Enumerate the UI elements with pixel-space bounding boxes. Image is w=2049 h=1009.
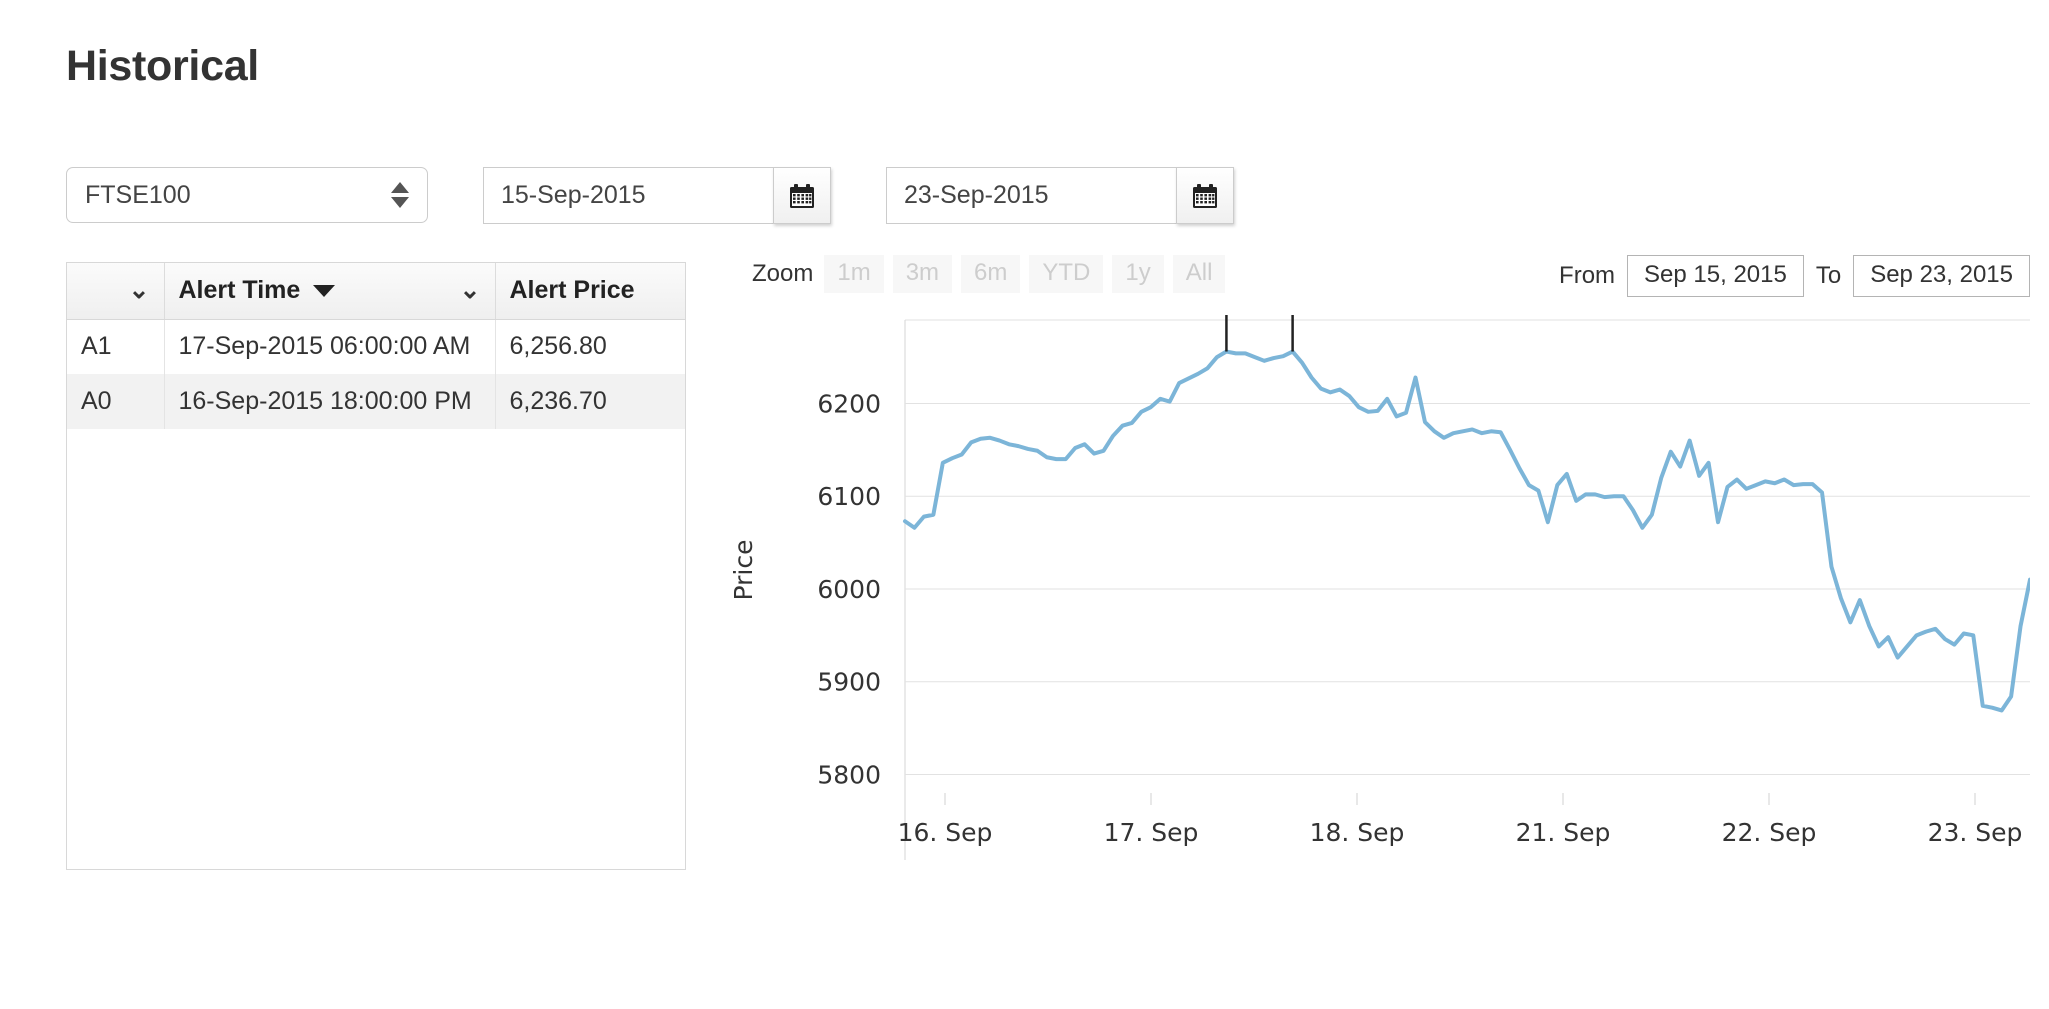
- y-axis-tick-label: 5800: [817, 760, 881, 789]
- x-axis-tick-label: 23. Sep: [1928, 818, 2023, 847]
- chevron-down-icon[interactable]: ⌄: [129, 278, 150, 303]
- cell-alert-time: 16-Sep-2015 18:00:00 PM: [164, 374, 496, 429]
- column-header-alert-price-label: Alert Price: [509, 276, 635, 305]
- table-row[interactable]: A0 16-Sep-2015 18:00:00 PM 6,236.70: [67, 374, 685, 429]
- instrument-select[interactable]: FTSE100: [66, 167, 428, 223]
- cell-alert-price: 6,236.70: [495, 374, 685, 429]
- calendar-icon: [1192, 183, 1218, 209]
- zoom-button-1m[interactable]: 1m: [824, 255, 884, 293]
- chart-panel: Zoom 1m 3m 6m YTD 1y All From Sep 15, 20…: [700, 255, 2030, 895]
- y-axis-label: Price: [729, 540, 758, 601]
- chart-svg: 5800 5900 6000 6100 6200 Price 16. Sep 17. Sep 1…: [729, 315, 2030, 860]
- caret-down-icon: [313, 284, 336, 297]
- range-from-input[interactable]: Sep 15, 2015: [1627, 255, 1804, 297]
- column-header-alert-time[interactable]: Alert Time ⌄: [164, 263, 496, 320]
- start-date-input[interactable]: 15-Sep-2015: [483, 167, 773, 224]
- start-date-group: 15-Sep-2015: [483, 167, 831, 224]
- x-axis-tick-label: 21. Sep: [1516, 818, 1611, 847]
- zoom-button-all[interactable]: All: [1172, 255, 1226, 293]
- cell-alert-time: 17-Sep-2015 06:00:00 AM: [164, 319, 496, 374]
- zoom-button-3m[interactable]: 3m: [892, 255, 953, 293]
- cell-alert-price: 6,256.80: [509, 332, 607, 361]
- price-line-chart[interactable]: 5800 5900 6000 6100 6200 Price 16. Sep 17. Sep 1…: [700, 315, 2030, 895]
- x-axis-tick-label: 16. Sep: [898, 818, 993, 847]
- y-axis-tick-label: 6000: [817, 575, 881, 604]
- start-date-calendar-button[interactable]: [773, 167, 831, 224]
- table-header-row: ⌄ Alert Time ⌄ Alert Price: [67, 263, 685, 320]
- range-from-label: From: [1559, 261, 1616, 289]
- table-row[interactable]: A1 17-Sep-2015 06:00:00 AM 6,256.80: [67, 319, 685, 374]
- range-selector: Zoom 1m 3m 6m YTD 1y All From Sep 15, 20…: [700, 255, 2030, 301]
- end-date-input[interactable]: 23-Sep-2015: [886, 167, 1176, 224]
- end-date-calendar-button[interactable]: [1176, 167, 1234, 224]
- x-axis-tick-label: 17. Sep: [1104, 818, 1199, 847]
- instrument-select-value: FTSE100: [85, 180, 191, 209]
- column-header-id[interactable]: ⌄: [67, 263, 165, 320]
- cell-id: A1: [67, 319, 165, 374]
- cell-id: A0: [67, 374, 165, 429]
- range-inputs: From Sep 15, 2015 To Sep 23, 2015: [1547, 255, 2030, 297]
- column-header-alert-time-label: Alert Time: [178, 276, 301, 305]
- column-header-alert-price[interactable]: Alert Price: [495, 263, 685, 320]
- y-axis-tick-label: 5900: [817, 668, 881, 697]
- alerts-table: ⌄ Alert Time ⌄ Alert Price A1 17-Sep-201…: [66, 262, 686, 870]
- chevron-down-icon[interactable]: ⌄: [460, 278, 481, 303]
- zoom-button-1y[interactable]: 1y: [1112, 255, 1164, 293]
- x-axis-tick-label: 22. Sep: [1722, 818, 1817, 847]
- range-to-label: To: [1815, 261, 1842, 289]
- y-axis-tick-label: 6200: [817, 389, 881, 418]
- zoom-button-6m[interactable]: 6m: [961, 255, 1021, 293]
- range-to-input[interactable]: Sep 23, 2015: [1853, 255, 2030, 297]
- zoom-label: Zoom: [752, 259, 814, 287]
- spinner-updown-icon: [391, 182, 409, 208]
- price-series-line: [903, 349, 2030, 713]
- zoom-controls: Zoom 1m 3m 6m YTD 1y All: [752, 255, 1234, 293]
- x-axis-tick-label: 18. Sep: [1310, 818, 1405, 847]
- calendar-icon: [789, 183, 815, 209]
- end-date-group: 23-Sep-2015: [886, 167, 1234, 224]
- zoom-button-ytd[interactable]: YTD: [1029, 255, 1104, 293]
- filter-bar: FTSE100 15-Sep-2015 23-Sep-2015: [66, 167, 1234, 224]
- y-axis-tick-label: 6100: [817, 482, 881, 511]
- page-title: Historical: [66, 42, 259, 90]
